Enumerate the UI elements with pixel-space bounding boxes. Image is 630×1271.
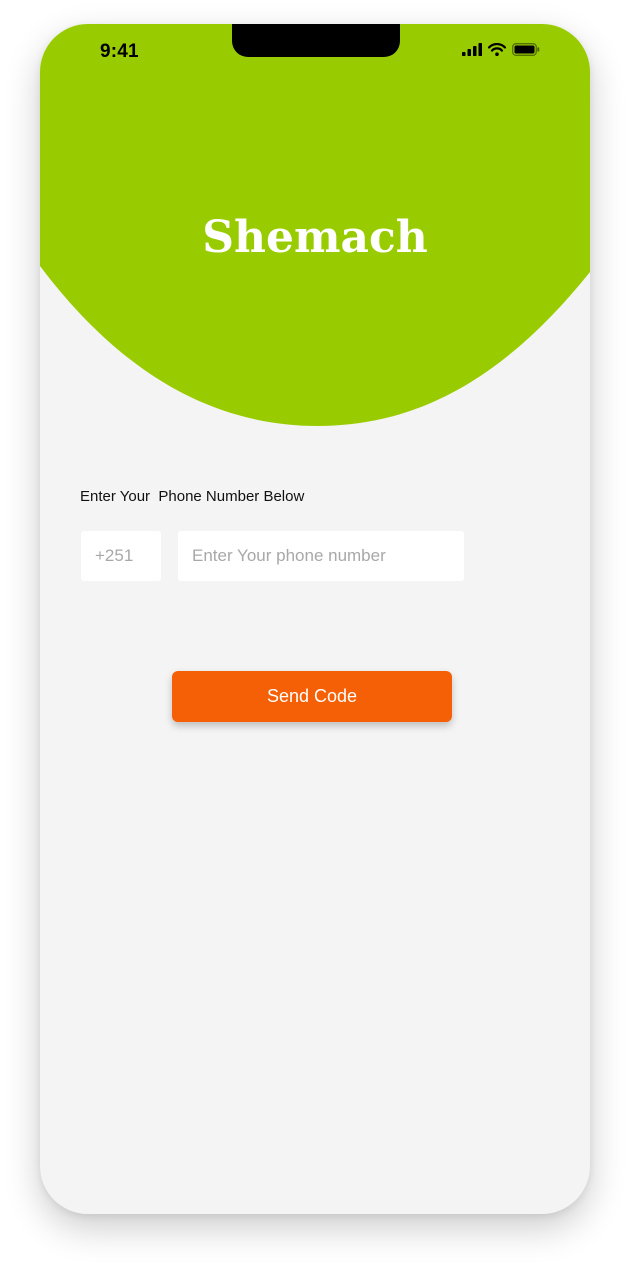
device-notch: [232, 24, 400, 57]
status-time: 9:41: [100, 41, 139, 62]
wifi-icon: [488, 43, 506, 56]
country-code-field[interactable]: +251: [81, 531, 161, 581]
app-title: Shemach: [202, 212, 428, 263]
phone-screen: 9:41 Shemach Enter Your Phone Number Bel…: [40, 24, 590, 1214]
status-icons: [462, 43, 540, 56]
phone-prompt-label: Enter Your Phone Number Below: [80, 488, 305, 505]
phone-number-input[interactable]: [178, 531, 464, 581]
signal-icon: [462, 43, 482, 56]
battery-icon: [512, 43, 540, 56]
send-code-button[interactable]: Send Code: [172, 671, 452, 722]
